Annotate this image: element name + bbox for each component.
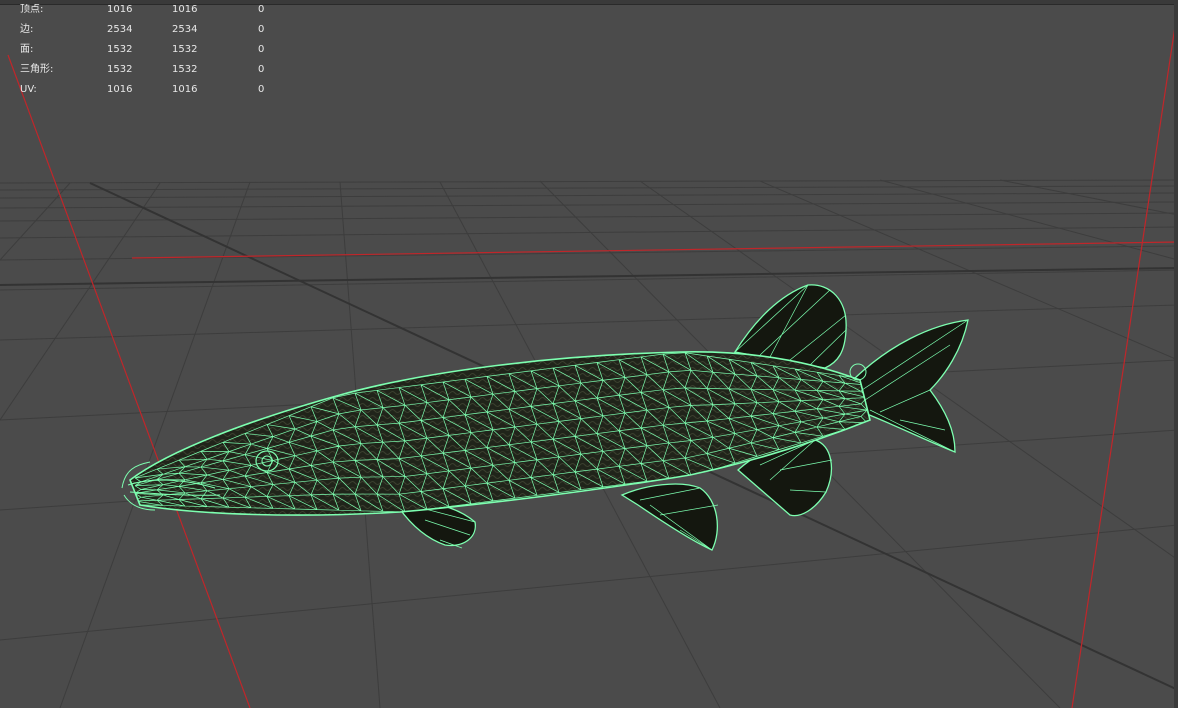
hud-value-selected: 2534 — [172, 24, 198, 35]
scene-canvas[interactable] — [0, 0, 1178, 708]
hud-row: 顶点: 1016 1016 0 — [0, 3, 300, 17]
hud-row: 面: 1532 1532 0 — [0, 43, 300, 57]
hud-row-label: UV: — [20, 84, 37, 95]
hud-row-label: 三角形: — [20, 64, 54, 75]
fish-mesh[interactable] — [121, 284, 969, 551]
viewport-edge — [1174, 0, 1178, 708]
tail-fin[interactable] — [854, 319, 969, 453]
hud-value-total: 2534 — [107, 24, 133, 35]
hud-row: 边: 2534 2534 0 — [0, 23, 300, 37]
hud-value-extra: 0 — [258, 44, 265, 55]
hud-value-selected: 1016 — [172, 84, 198, 95]
hud-value-extra: 0 — [258, 64, 265, 75]
hud-row-label: 面: — [20, 44, 34, 55]
hud-value-total: 1532 — [107, 64, 133, 75]
hud-row: UV: 1016 1016 0 — [0, 83, 300, 97]
hud-row-label: 顶点: — [20, 4, 44, 15]
hud-value-extra: 0 — [258, 84, 265, 95]
hud-value-total: 1532 — [107, 44, 133, 55]
hud-value-total: 1016 — [107, 84, 133, 95]
hud-value-selected: 1016 — [172, 4, 198, 15]
3d-viewport[interactable]: 顶点: 1016 1016 0 边: 2534 2534 0 面: 1532 1532 0 三角形: 15… — [0, 0, 1178, 708]
hud-value-selected: 1532 — [172, 44, 198, 55]
hud-value-total: 1016 — [107, 4, 133, 15]
viewport-toolbar-strip — [0, 0, 1178, 4]
hud-row-label: 边: — [20, 24, 34, 35]
hud-row: 三角形: 1532 1532 0 — [0, 63, 300, 77]
hud-value-extra: 0 — [258, 4, 265, 15]
hud-value-extra: 0 — [258, 24, 265, 35]
hud-value-selected: 1532 — [172, 64, 198, 75]
